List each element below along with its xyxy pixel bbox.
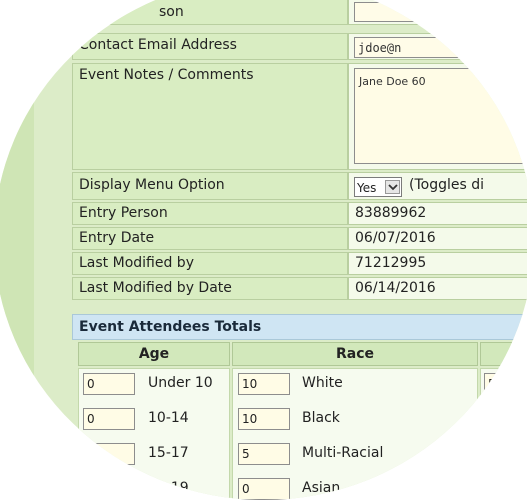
age-15-17-input[interactable]: 0 xyxy=(83,443,135,465)
event-notes-label: Event Notes / Comments xyxy=(79,67,254,83)
row-value-display-menu: Yes (Toggles di xyxy=(348,172,527,200)
display-menu-label: Display Menu Option xyxy=(79,177,225,193)
chevron-down-icon[interactable] xyxy=(385,180,400,194)
race-multi-racial-input[interactable]: 5 xyxy=(238,443,290,465)
row-value-entry-date: 06/07/2016 xyxy=(348,227,527,250)
age-18-19-label: 18-19 xyxy=(148,480,189,496)
race-white-label: White xyxy=(302,375,343,391)
contact-email-input[interactable]: jdoe@n xyxy=(354,37,527,58)
event-notes-textarea[interactable]: Jane Doe 60 xyxy=(354,68,527,164)
page-left-margin xyxy=(0,0,34,500)
display-menu-selected-value: Yes xyxy=(357,181,377,195)
row-value-email: jdoe@n xyxy=(348,33,527,60)
age-column-header: Age xyxy=(78,342,230,366)
entry-date-value: 06/07/2016 xyxy=(355,230,436,246)
last-modified-date-value: 06/14/2016 xyxy=(355,280,436,296)
race-header-label: Race xyxy=(335,346,375,362)
magnified-viewport: son Contact Email Address jdoe@n Event N… xyxy=(0,0,527,500)
row-label-email: Contact Email Address xyxy=(72,33,348,60)
attendees-section-header: Event Attendees Totals xyxy=(72,314,527,340)
age-15-17-label: 15-17 xyxy=(148,445,189,461)
third-column-header xyxy=(480,342,527,366)
entry-date-label: Entry Date xyxy=(79,230,155,246)
race-column-header: Race xyxy=(232,342,478,366)
display-menu-select[interactable]: Yes xyxy=(354,177,402,197)
race-white-input[interactable]: 10 xyxy=(238,373,290,395)
race-asian-input[interactable]: 0 xyxy=(238,478,290,500)
age-10-14-label: 10-14 xyxy=(148,410,189,426)
row-value-notes: Jane Doe 60 xyxy=(348,63,527,170)
race-asian-label: Asian xyxy=(302,480,341,496)
person-input[interactable] xyxy=(354,2,424,22)
row-value-last-modified-by: 71212995 xyxy=(348,252,527,275)
last-modified-by-value: 71212995 xyxy=(355,255,427,271)
attendees-section-title: Event Attendees Totals xyxy=(79,319,262,335)
row-label-last-modified-by: Last Modified by xyxy=(72,252,348,275)
row-value-entry-person: 83889962 xyxy=(348,202,527,225)
label-person-partial: son xyxy=(159,4,184,20)
last-modified-date-label: Last Modified by Date xyxy=(79,280,232,296)
row-value-last-modified-date: 06/14/2016 xyxy=(348,277,527,300)
age-10-14-input[interactable]: 0 xyxy=(83,408,135,430)
display-menu-hint: (Toggles di xyxy=(409,177,484,193)
race-black-label: Black xyxy=(302,410,340,426)
age-header-label: Age xyxy=(138,346,170,362)
row-label-person: son xyxy=(72,0,348,25)
row-label-last-modified-date: Last Modified by Date xyxy=(72,277,348,300)
age-under-10-label: Under 10 xyxy=(148,375,213,391)
third-column-input-row1[interactable]: 5 xyxy=(484,373,527,395)
entry-person-label: Entry Person xyxy=(79,205,168,221)
row-label-notes: Event Notes / Comments xyxy=(72,63,348,170)
race-black-input[interactable]: 10 xyxy=(238,408,290,430)
age-under-10-input[interactable]: 0 xyxy=(83,373,135,395)
row-label-entry-person: Entry Person xyxy=(72,202,348,225)
row-value-person xyxy=(348,0,527,25)
race-multi-racial-label: Multi-Racial xyxy=(302,445,384,461)
row-label-entry-date: Entry Date xyxy=(72,227,348,250)
entry-person-value: 83889962 xyxy=(355,205,427,221)
age-18-19-input[interactable] xyxy=(83,478,135,500)
contact-email-label: Contact Email Address xyxy=(79,37,237,53)
row-label-display-menu: Display Menu Option xyxy=(72,172,348,200)
last-modified-by-label: Last Modified by xyxy=(79,255,194,271)
